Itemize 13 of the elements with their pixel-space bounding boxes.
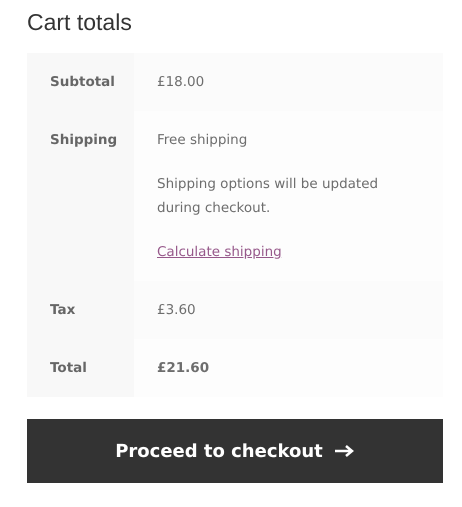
calculate-shipping-link[interactable]: Calculate shipping: [157, 244, 282, 260]
section-title: Cart totals: [27, 8, 133, 37]
row-label: Total: [27, 339, 134, 397]
row-label: Shipping: [27, 111, 134, 281]
value-text: £18.00: [157, 73, 206, 92]
row-label: Tax: [27, 281, 134, 339]
row-label: Subtotal: [27, 53, 134, 111]
checkout-button[interactable]: Proceed to checkout: [27, 419, 443, 483]
value-text: £21.60: [157, 359, 210, 378]
value-text: £3.60: [157, 301, 197, 320]
value-text: Shipping options will be updated during checkout.: [157, 175, 380, 218]
value-text: Free shipping: [157, 131, 248, 150]
arrow-icon: [334, 445, 355, 457]
